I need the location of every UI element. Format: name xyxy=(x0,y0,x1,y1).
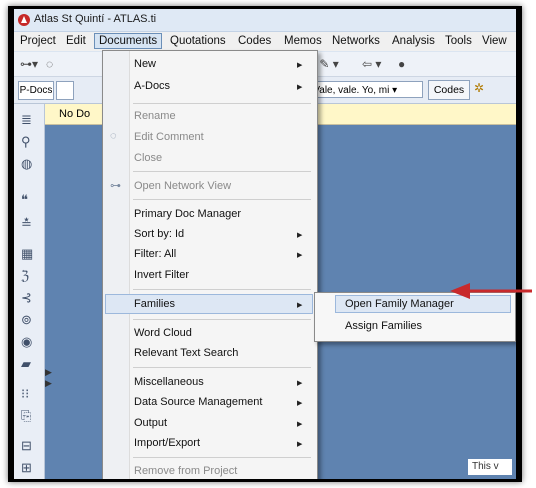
annotation-arrow-icon xyxy=(450,283,532,299)
menu-item-new[interactable]: New xyxy=(134,58,156,70)
document-combo[interactable]: 1 Vale, vale. Yo, mi ▾ xyxy=(301,81,423,98)
menu-item-word-cloud[interactable]: Word Cloud xyxy=(134,327,192,339)
menu-separator xyxy=(133,367,311,368)
submenu-arrow-icon: ▶ xyxy=(297,232,303,239)
network-icon: ⊶ xyxy=(110,180,121,192)
submenu-arrow-icon: ▶ xyxy=(297,62,303,69)
submenu-arrow-icon: ▶ xyxy=(297,252,303,259)
menu-item-open-family-manager[interactable]: Open Family Manager xyxy=(345,298,454,310)
menu-icon-gutter xyxy=(103,51,130,479)
menu-item-close[interactable]: Close xyxy=(134,152,162,164)
eye-icon[interactable]: ⊚ xyxy=(21,312,32,328)
marker-icon[interactable]: ▰ xyxy=(21,356,31,372)
codes-button[interactable]: Codes xyxy=(428,80,470,100)
menu-item-sort-by-id[interactable]: Sort by: Id xyxy=(134,228,184,240)
submenu-arrow-icon: ▶ xyxy=(297,441,303,448)
title-bar: Atlas St Quintí - ATLAS.ti xyxy=(14,9,516,32)
menu-separator xyxy=(133,289,311,290)
network-tool-icon[interactable]: ⊶▾ xyxy=(20,57,38,71)
layers-icon[interactable]: ⊞ xyxy=(21,460,32,476)
menu-bar: Project Edit Documents Quotations Codes … xyxy=(14,32,516,51)
menu-separator xyxy=(133,103,311,104)
menu-item-remove-from-project[interactable]: Remove from Project xyxy=(134,465,237,477)
splitter-handle[interactable]: ▶ ▶ xyxy=(45,367,53,407)
link-icon[interactable]: ⊰ xyxy=(21,290,32,306)
target-icon[interactable]: ◉ xyxy=(21,334,32,350)
menu-item-open-network-view[interactable]: Open Network View xyxy=(134,180,231,192)
app-window: Atlas St Quintí - ATLAS.ti Project Edit … xyxy=(14,9,516,479)
atlas-app-icon xyxy=(18,14,30,26)
text-quote-icon[interactable]: ≛ xyxy=(21,216,32,232)
menu-item-rename[interactable]: Rename xyxy=(134,110,176,122)
bomb-tool-icon[interactable]: ● xyxy=(398,57,405,71)
menu-project[interactable]: Project xyxy=(20,35,56,47)
submenu-arrow-icon: ▶ xyxy=(297,84,303,91)
numbers-icon[interactable]: ⁝⁝ xyxy=(21,386,29,402)
no-document-label: No Do xyxy=(59,108,91,120)
doc-icon[interactable]: ⎘ xyxy=(21,408,31,424)
menu-separator xyxy=(133,319,311,320)
menu-separator xyxy=(133,457,311,458)
menu-documents[interactable]: Documents xyxy=(94,33,163,49)
menu-item-relevant-text-search[interactable]: Relevant Text Search xyxy=(134,347,238,359)
screenshot-frame: Atlas St Quintí - ATLAS.ti Project Edit … xyxy=(8,6,522,482)
code-icon[interactable]: ℨ xyxy=(21,268,29,284)
menu-view[interactable]: View xyxy=(482,35,507,47)
menu-separator xyxy=(133,199,311,200)
stack-icon[interactable]: ⊟ xyxy=(21,438,32,454)
pdocs-selector[interactable] xyxy=(56,81,74,100)
submenu-arrow-icon: ▶ xyxy=(297,302,303,309)
menu-edit[interactable]: Edit xyxy=(66,35,86,47)
menu-item-edit-comment[interactable]: Edit Comment xyxy=(134,131,204,143)
menu-item-families[interactable]: Families xyxy=(134,298,175,310)
menu-tools[interactable]: Tools xyxy=(445,35,472,47)
list-icon[interactable]: ≣ xyxy=(21,112,32,128)
pdocs-button[interactable]: P-Docs xyxy=(18,81,54,100)
submenu-arrow-icon: ▶ xyxy=(297,380,303,387)
menu-item-miscellaneous[interactable]: Miscellaneous xyxy=(134,376,204,388)
status-text: This v xyxy=(468,459,512,475)
back-tool-icon[interactable]: ⇦ ▾ xyxy=(362,57,381,71)
code-star-icon[interactable]: ✲ xyxy=(474,81,484,95)
documents-menu: New ▶ A-Docs ▶ Rename ◌ Edit Comment Clo… xyxy=(102,50,318,479)
comment-icon: ◌ xyxy=(110,130,117,142)
image-quote-icon[interactable]: ▦ xyxy=(21,246,33,262)
submenu-arrow-icon: ▶ xyxy=(297,400,303,407)
menu-item-invert-filter[interactable]: Invert Filter xyxy=(134,269,189,281)
menu-item-filter-all[interactable]: Filter: All xyxy=(134,248,176,260)
vertical-toolbar: ≣ ⚲ ◍ ❝ ≛ ▦ ℨ ⊰ ⊚ ◉ ▰ ⁝⁝ ⎘ ⊟ ⊞ xyxy=(14,104,45,479)
window-title: Atlas St Quintí - ATLAS.ti xyxy=(34,13,157,25)
menu-item-a-docs[interactable]: A-Docs xyxy=(134,80,170,92)
menu-separator xyxy=(133,171,311,172)
menu-codes[interactable]: Codes xyxy=(238,35,271,47)
submenu-arrow-icon: ▶ xyxy=(297,421,303,428)
menu-networks[interactable]: Networks xyxy=(332,35,380,47)
search-icon[interactable]: ⚲ xyxy=(21,134,31,150)
menu-item-primary-doc-manager[interactable]: Primary Doc Manager xyxy=(134,208,241,220)
comment-tool-icon[interactable]: ◌ xyxy=(46,57,53,71)
menu-item-data-source-management[interactable]: Data Source Management xyxy=(134,396,262,408)
menu-item-assign-families[interactable]: Assign Families xyxy=(345,320,422,332)
quote-icon[interactable]: ❝ xyxy=(21,192,28,208)
menu-quotations[interactable]: Quotations xyxy=(170,35,226,47)
comment-icon[interactable]: ◍ xyxy=(21,156,32,172)
menu-analysis[interactable]: Analysis xyxy=(392,35,435,47)
menu-item-output[interactable]: Output xyxy=(134,417,167,429)
menu-memos[interactable]: Memos xyxy=(284,35,322,47)
menu-item-import-export[interactable]: Import/Export xyxy=(134,437,200,449)
